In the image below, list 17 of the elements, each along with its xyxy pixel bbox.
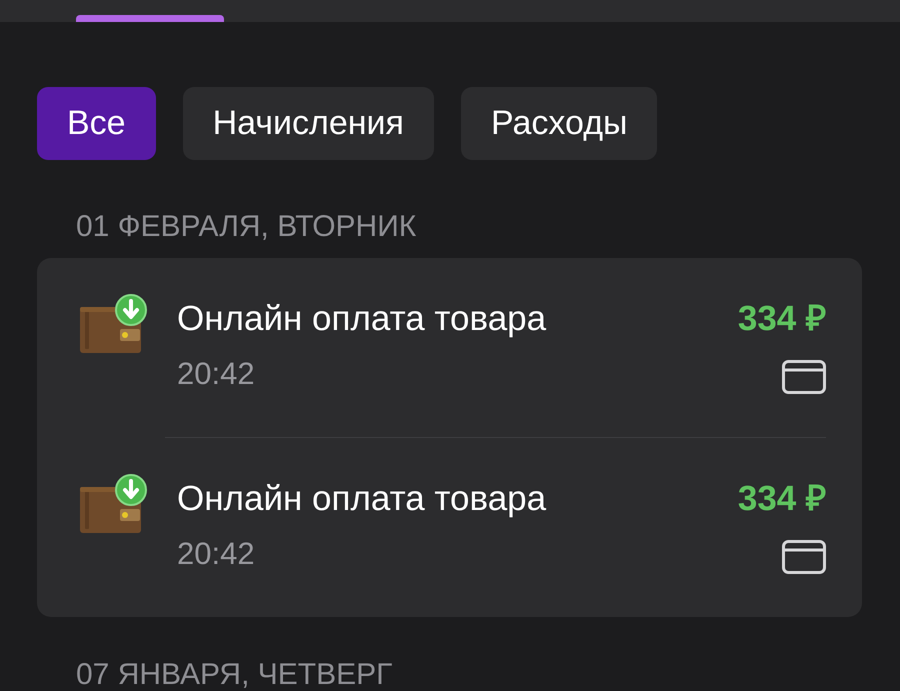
date-heading: 07 ЯНВАРЯ, ЧЕТВЕРГ bbox=[76, 659, 394, 691]
filter-chip[interactable]: Начисления bbox=[182, 87, 434, 160]
card-icon bbox=[782, 540, 826, 574]
transaction-row[interactable]: Онлайн оплата товара 20:42 334 ₽ bbox=[80, 438, 826, 617]
transaction-row[interactable]: Онлайн оплата товара 20:42 334 ₽ bbox=[80, 258, 826, 437]
card-icon bbox=[782, 360, 826, 394]
transaction-time: 20:42 bbox=[177, 537, 256, 571]
filter-chip[interactable]: Все bbox=[37, 87, 156, 160]
date-heading: 01 ФЕВРАЛЯ, ВТОРНИК bbox=[76, 211, 418, 243]
transaction-time: 20:42 bbox=[177, 357, 256, 391]
wallet-icon bbox=[80, 474, 148, 534]
transaction-title: Онлайн оплата товара bbox=[177, 480, 548, 518]
filter-chip[interactable]: Расходы bbox=[460, 87, 658, 160]
wallet-icon bbox=[80, 294, 148, 354]
transaction-amount: 334 ₽ bbox=[738, 480, 826, 518]
transaction-title: Онлайн оплата товара bbox=[177, 300, 548, 338]
transaction-amount: 334 ₽ bbox=[738, 300, 826, 338]
